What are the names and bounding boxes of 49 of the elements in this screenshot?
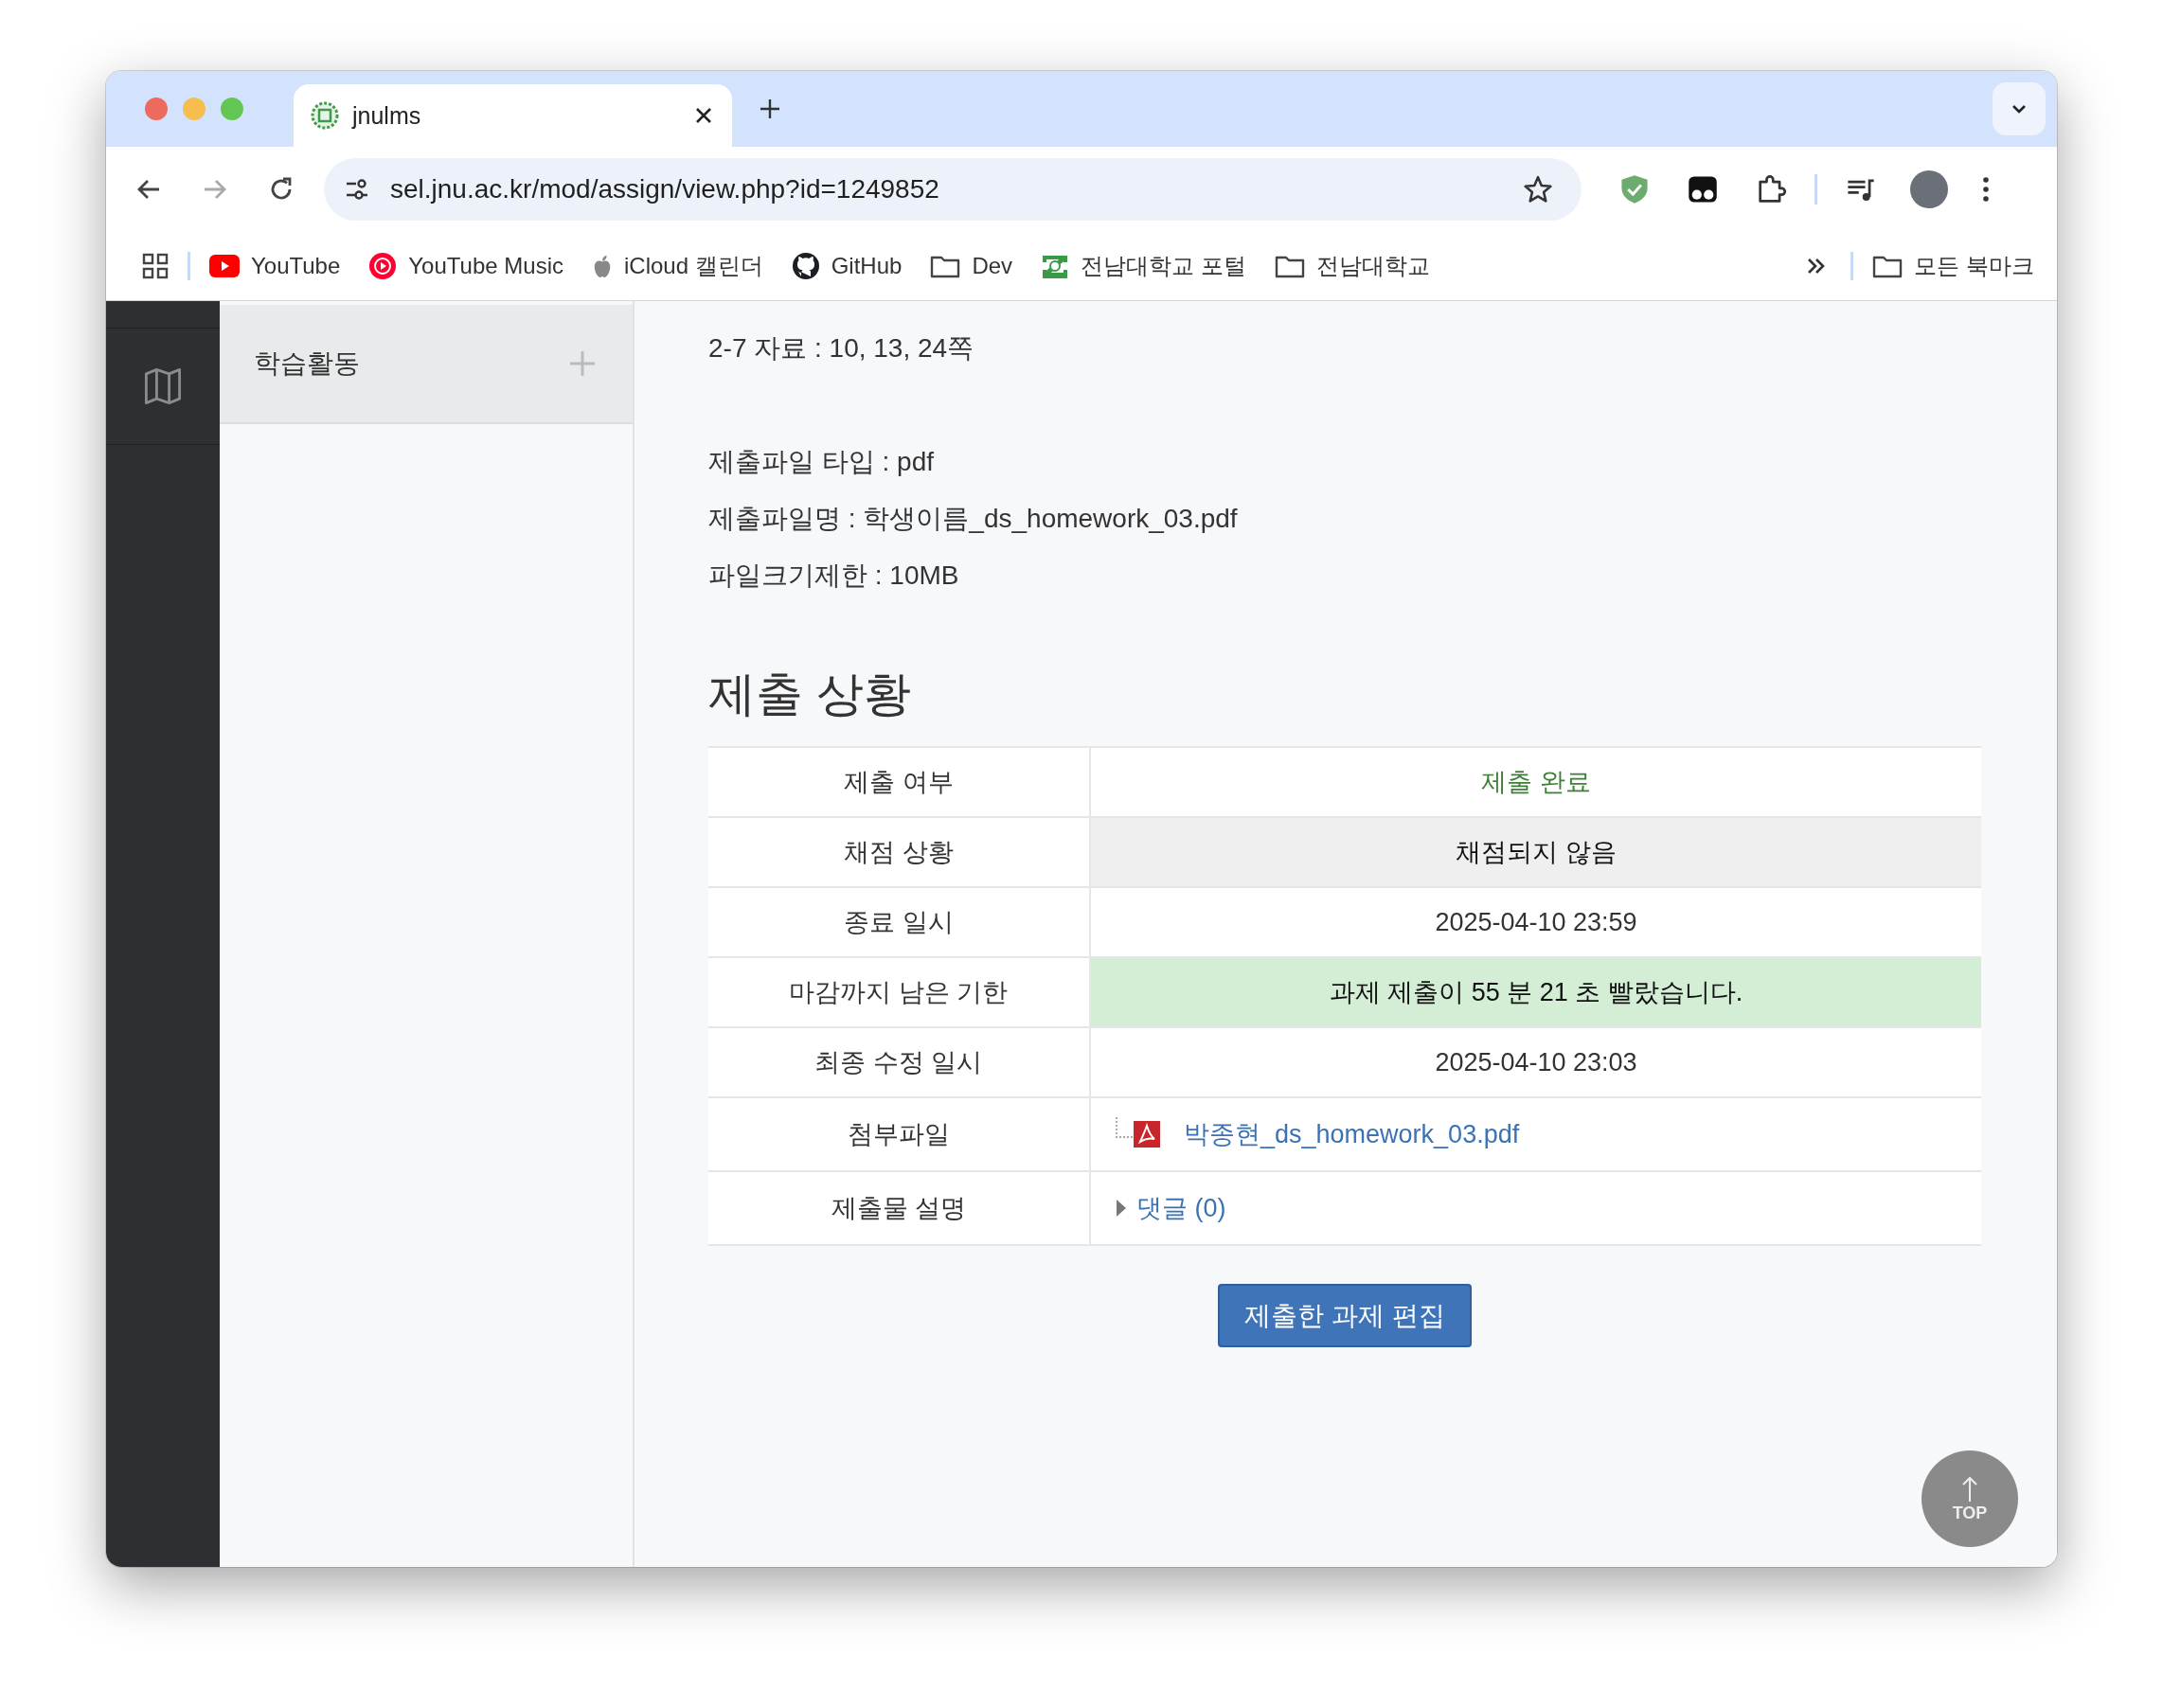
play-icon — [209, 255, 240, 277]
bookmark-item[interactable]: YouTube Music — [368, 252, 563, 280]
bookmark-item[interactable]: GitHub — [791, 252, 903, 280]
plus-icon[interactable] — [759, 98, 781, 120]
table-cell: 채점되지 않음 — [1091, 818, 1981, 886]
text-line: 제출파일 타입 : pdf — [708, 446, 936, 478]
address-bar[interactable]: sel.jnu.ac.kr/mod/assign/view.php?id=1249852 — [324, 158, 1582, 221]
star-icon[interactable] — [1523, 174, 1553, 205]
bookmark-item[interactable]: iCloud 캘린더 — [591, 251, 763, 281]
file-link[interactable]: 박종현_ds_homework_03.pdf — [1184, 1117, 1520, 1151]
bookmark-item[interactable]: YouTube — [209, 253, 341, 279]
cat-silhouette-icon — [791, 252, 820, 280]
shield-icon[interactable] — [1618, 173, 1651, 205]
apps-grid-icon[interactable] — [142, 253, 169, 279]
text-line: 파일크기제한 : 10MB — [708, 560, 960, 592]
table-cell: 과제 제출이 55 분 21 초 빨랐습니다. — [1091, 958, 1981, 1026]
bookmark-item[interactable]: 전남대학교 포털 — [1041, 251, 1246, 281]
folder-icon — [930, 254, 961, 278]
table-cell-text: 제출 완료 — [1480, 767, 1592, 798]
table-cell: 제출물 설명 — [708, 1172, 1091, 1244]
table-cell: 첨부파일 — [708, 1098, 1091, 1170]
table-cell: 최종 수정 일시 — [708, 1028, 1091, 1096]
close-icon[interactable] — [694, 106, 713, 125]
table-cell: 종료 일시 — [708, 888, 1091, 956]
bookmark-item[interactable]: 모든 북마크 — [1872, 251, 2034, 281]
menu-icon[interactable] — [1981, 174, 1991, 205]
folder-icon — [1872, 254, 1904, 278]
table-cell: 제출 여부 — [708, 748, 1091, 816]
text-line: 2-7 자료 : 10, 13, 24쪽 — [708, 332, 975, 365]
edit-submission-button[interactable]: 제출한 과제 편집 — [1218, 1284, 1472, 1347]
browser-tab[interactable]: jnulms — [294, 84, 732, 147]
arrow-up-icon — [1960, 1474, 1979, 1503]
bookmark-item[interactable]: Dev — [930, 253, 1013, 279]
map-icon[interactable] — [142, 365, 184, 407]
profile-avatar[interactable] — [1910, 170, 1948, 208]
seal-icon — [311, 101, 339, 130]
triangle-right-icon[interactable] — [1116, 1199, 1127, 1218]
table-cell-text: 2025-04-10 23:03 — [1434, 1046, 1638, 1078]
tab-title: jnulms — [352, 101, 422, 130]
section-heading: 제출 상황 — [708, 667, 912, 722]
pdf-file-icon — [1133, 1120, 1161, 1148]
sidebar-item[interactable]: 학습활동 — [220, 305, 633, 424]
comments-link[interactable]: 댓글 (0) — [1136, 1191, 1226, 1225]
play-circle-icon — [368, 252, 398, 280]
text-line: 제출파일명 : 학생이름_ds_homework_03.pdf — [708, 503, 1239, 535]
table-cell-text: 2025-04-10 23:59 — [1434, 906, 1638, 938]
folder-icon — [1274, 254, 1305, 278]
bookmark-item[interactable]: 전남대학교 — [1274, 251, 1430, 281]
eyes-icon[interactable] — [1687, 173, 1719, 205]
